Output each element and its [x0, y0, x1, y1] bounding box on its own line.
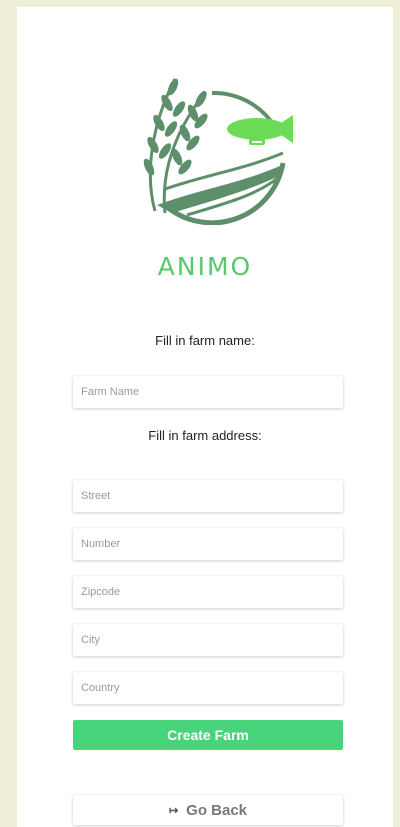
- zipcode-input[interactable]: [73, 576, 343, 608]
- number-input[interactable]: [73, 528, 343, 560]
- go-back-button[interactable]: ↦ Go Back: [73, 795, 343, 825]
- farm-address-label: Fill in farm address:: [148, 428, 262, 443]
- go-back-label: Go Back: [186, 801, 248, 819]
- signup-card: ANIMO Fill in farm name: Fill in farm ad…: [17, 7, 393, 827]
- city-input[interactable]: [73, 624, 343, 656]
- animo-logo-icon: [117, 65, 307, 226]
- country-input[interactable]: [73, 672, 343, 704]
- create-farm-button[interactable]: Create Farm: [73, 720, 343, 750]
- farm-name-input[interactable]: [73, 376, 343, 408]
- brand-name: ANIMO: [157, 252, 253, 281]
- street-input[interactable]: [73, 480, 343, 512]
- sign-out-arrow-icon: ↦: [168, 804, 179, 817]
- farm-name-label: Fill in farm name:: [155, 333, 255, 348]
